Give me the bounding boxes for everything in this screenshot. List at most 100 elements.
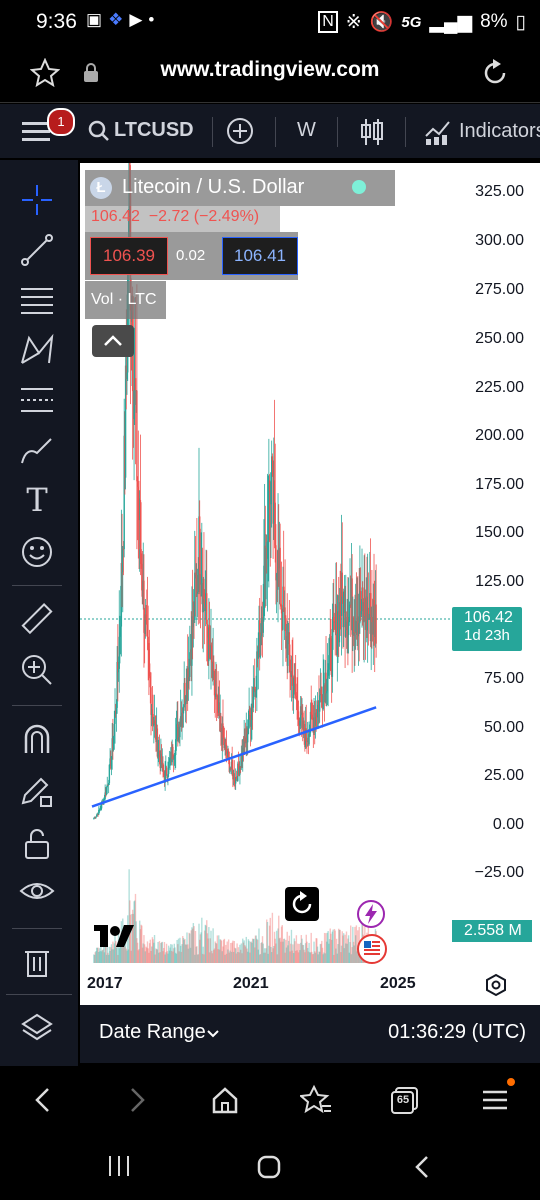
spread-value: 0.02 xyxy=(176,247,206,264)
browser-menu-icon[interactable] xyxy=(480,1086,510,1114)
utc-clock[interactable]: 01:36:29 (UTC) xyxy=(388,1021,526,1044)
reset-icon xyxy=(292,891,312,914)
delete-tool[interactable] xyxy=(15,942,59,982)
candle-body xyxy=(179,726,181,738)
indicators-icon[interactable] xyxy=(424,118,452,146)
forward-icon[interactable] xyxy=(124,1086,150,1114)
bar-countdown: 1d 23h xyxy=(464,627,510,644)
symbol-button[interactable]: LTCUSD xyxy=(114,119,194,142)
price-axis-label: 150.00 xyxy=(475,524,524,541)
price-axis-label: 200.00 xyxy=(475,427,524,444)
unlock-icon xyxy=(25,829,49,859)
candle-body xyxy=(136,390,138,482)
lightning-icon[interactable] xyxy=(356,899,386,929)
brush-tool[interactable] xyxy=(15,430,59,470)
fib-tool[interactable] xyxy=(15,280,59,320)
recent-apps-icon[interactable] xyxy=(106,1154,132,1178)
menu-alert-dot-icon xyxy=(507,1078,515,1086)
price-axis-label: 25.00 xyxy=(483,767,524,784)
trash-icon xyxy=(25,951,49,977)
visibility-tool[interactable] xyxy=(15,872,59,912)
bid-button[interactable]: 106.39 xyxy=(90,237,168,275)
pattern-tool[interactable] xyxy=(15,330,59,370)
app-icon: ❖ xyxy=(108,10,124,29)
candle-body xyxy=(247,728,250,735)
candle-body xyxy=(341,572,343,597)
trendline-tool[interactable] xyxy=(15,230,59,270)
indicators-button[interactable]: Indicators xyxy=(459,120,540,143)
time-axis-label: 2017 xyxy=(87,975,123,992)
ask-button[interactable]: 106.41 xyxy=(222,237,298,275)
legend-title[interactable]: Litecoin / U.S. Dollar xyxy=(122,176,304,199)
signal-icon: ▂▄▆ xyxy=(429,11,473,33)
layers-icon xyxy=(21,1013,53,1041)
candle-body xyxy=(362,587,364,602)
tradingview-logo-icon[interactable] xyxy=(94,923,142,949)
url-bar: www.tradingview.com xyxy=(0,44,540,103)
magnet-tool[interactable] xyxy=(15,720,59,760)
reset-chart-button[interactable] xyxy=(285,887,319,921)
fib-icon xyxy=(21,288,53,314)
prediction-icon xyxy=(21,388,53,412)
chevron-up-icon xyxy=(104,335,122,346)
chart-area[interactable]: Ł Litecoin / U.S. Dollar 106.42 −2.72 (−… xyxy=(80,163,540,1005)
eye-icon xyxy=(19,883,55,899)
time-axis-label: 2025 xyxy=(380,975,416,992)
current-price-tag: 106.42 1d 23h xyxy=(452,607,522,651)
collapse-legend-button[interactable] xyxy=(92,325,134,357)
date-range-bar: Date Range 01:36:29 (UTC) xyxy=(80,1005,540,1063)
add-compare-icon[interactable] xyxy=(226,117,254,145)
reload-icon[interactable] xyxy=(480,58,510,88)
battery-icon: ▯ xyxy=(515,11,526,33)
price-axis-label: 75.00 xyxy=(483,670,524,687)
network-label: 5G xyxy=(401,13,422,31)
back-nav-icon[interactable] xyxy=(410,1154,434,1180)
candle-body xyxy=(213,661,215,671)
prediction-tool[interactable] xyxy=(15,380,59,420)
nfc-icon: N xyxy=(318,11,338,33)
price-axis-label: 0.00 xyxy=(492,816,524,833)
volume-value-tag: 2.558 M xyxy=(452,920,532,942)
market-open-dot-icon[interactable] xyxy=(352,180,366,194)
dot-icon: • xyxy=(148,10,155,29)
date-range-button[interactable]: Date Range xyxy=(99,1021,206,1044)
ruler-icon xyxy=(21,603,53,635)
support-trendline xyxy=(91,706,377,808)
measure-tool[interactable] xyxy=(15,600,59,640)
price-axis-label: 325.00 xyxy=(475,183,524,200)
price-axis-label: 225.00 xyxy=(475,379,524,396)
bluetooth-icon: ※ xyxy=(345,11,362,33)
volume-legend-label[interactable]: Vol · LTC xyxy=(91,291,157,309)
settings-icon[interactable] xyxy=(484,973,508,997)
interval-button[interactable]: W xyxy=(297,119,316,142)
text-icon: T xyxy=(26,481,48,519)
url-text[interactable]: www.tradingview.com xyxy=(0,58,540,82)
lock-drawings-tool[interactable] xyxy=(15,772,59,812)
chevron-down-icon[interactable] xyxy=(206,1027,220,1041)
candles-icon[interactable] xyxy=(359,117,385,147)
search-icon[interactable] xyxy=(88,120,110,142)
drawing-tools-panel: T xyxy=(0,160,78,1066)
emoji-tool[interactable] xyxy=(15,532,59,572)
mute-icon: 🔇 xyxy=(369,12,394,33)
bookmarks-icon[interactable] xyxy=(300,1084,332,1116)
unlock-tool[interactable] xyxy=(15,824,59,864)
current-price-value: 106.42 xyxy=(464,609,513,626)
chart-toolbar: 1 LTCUSD W Indicators xyxy=(0,104,540,158)
candle-body xyxy=(108,764,111,784)
price-axis-label: 175.00 xyxy=(475,476,524,493)
crosshair-tool[interactable] xyxy=(15,180,59,220)
home-icon[interactable] xyxy=(210,1085,240,1115)
pattern-icon xyxy=(21,333,54,364)
text-tool[interactable]: T xyxy=(15,480,59,520)
youtube-icon: ▶ xyxy=(129,10,143,29)
candle-body xyxy=(375,604,377,644)
us-flag-icon[interactable] xyxy=(356,933,388,965)
object-tree-tool[interactable] xyxy=(15,1009,59,1049)
back-icon[interactable] xyxy=(30,1086,56,1114)
crosshair-icon xyxy=(22,185,52,215)
tabs-button[interactable]: 65 xyxy=(391,1086,418,1114)
home-nav-icon[interactable] xyxy=(256,1154,282,1180)
status-bar: 9:36 ▣ ❖ ▶ • N ※ 🔇 5G ▂▄▆ 8% ▯ xyxy=(0,0,540,44)
zoom-tool[interactable] xyxy=(15,650,59,690)
